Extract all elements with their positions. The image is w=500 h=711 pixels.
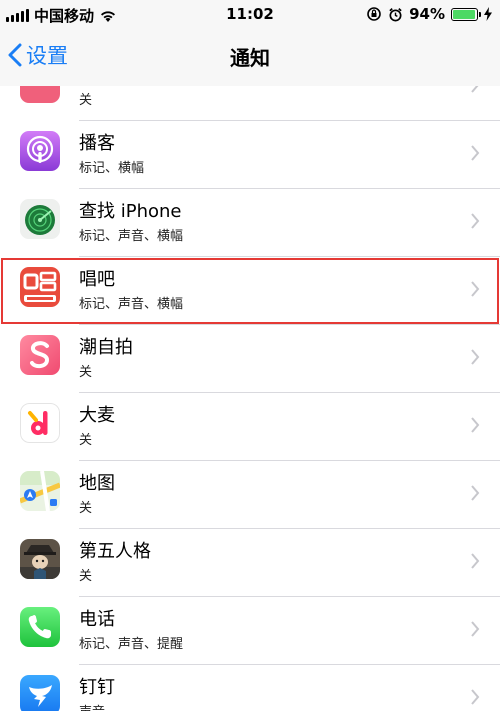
list-item-maps[interactable]: 地图 关	[0, 461, 500, 529]
charging-bolt-icon	[484, 7, 492, 21]
list-item-find-iphone[interactable]: 查找 iPhone 标记、声音、横幅	[0, 189, 500, 257]
changba-icon	[20, 267, 60, 307]
identity-v-icon	[20, 539, 60, 579]
list-item-status: 标记、声音、提醒	[79, 637, 184, 652]
chevron-right-icon	[471, 417, 480, 433]
page-title: 通知	[230, 46, 270, 70]
maps-icon	[20, 471, 60, 511]
list-item-name: 查找 iPhone	[79, 201, 182, 222]
chevron-right-icon	[471, 349, 480, 365]
podcasts-icon	[20, 131, 60, 171]
chevron-right-icon	[471, 145, 480, 161]
list-item-dingtalk[interactable]: 钉钉 声音	[0, 665, 500, 711]
chevron-right-icon	[471, 621, 480, 637]
list-item-status: 标记、声音、横幅	[79, 229, 184, 244]
list-item-podcasts[interactable]: 播客 标记、横幅	[0, 121, 500, 189]
chevron-right-icon	[471, 86, 479, 93]
list-item-name: 唱吧	[79, 269, 115, 290]
chevron-right-icon	[471, 281, 480, 297]
alarm-icon	[389, 7, 402, 21]
list-item-name: 大麦	[79, 405, 115, 426]
list-item-name: 播客	[79, 133, 115, 154]
status-bar: 中国移动 11:02 94%	[0, 0, 500, 28]
chevron-right-icon	[471, 689, 480, 705]
list-item-chaozipai[interactable]: 潮自拍 关	[0, 325, 500, 393]
app-icon-partial	[20, 86, 60, 103]
list-item-name: 潮自拍	[79, 337, 133, 358]
dingtalk-icon	[20, 675, 60, 711]
list-item-name: 电话	[79, 609, 115, 630]
chaozipai-icon	[20, 335, 60, 375]
list-item-status: 关	[79, 433, 93, 448]
damai-icon	[20, 403, 60, 443]
list-item-identity-v[interactable]: 第五人格 关	[0, 529, 500, 597]
status-right: 94%	[366, 5, 492, 23]
find-iphone-icon	[20, 199, 60, 239]
list-item-changba[interactable]: 唱吧 标记、声音、横幅	[0, 257, 500, 325]
list-item-name: 钉钉	[79, 677, 115, 698]
list-item-name: 第五人格	[79, 541, 151, 562]
list-item-damai[interactable]: 大麦 关	[0, 393, 500, 461]
list-item-partial[interactable]: 关	[0, 86, 500, 121]
list-item-status: 关	[79, 569, 93, 584]
phone-icon	[20, 607, 60, 647]
battery-level-fill	[453, 9, 475, 19]
chevron-right-icon	[471, 213, 480, 229]
list-item-name: 地图	[79, 473, 115, 494]
notification-app-list: 关 播客 标记、横幅 查找 iPhone 标记、声音、横幅 唱吧 标记、声音、横…	[0, 86, 500, 711]
chevron-right-icon	[471, 553, 480, 569]
orientation-lock-icon	[367, 7, 381, 21]
battery-icon	[451, 7, 481, 21]
list-item-status: 关	[79, 365, 93, 380]
battery-percent: 94%	[409, 5, 445, 23]
navigation-bar: 设置 通知	[0, 28, 500, 86]
list-item-status: 关	[79, 501, 93, 516]
list-item-phone[interactable]: 电话 标记、声音、提醒	[0, 597, 500, 665]
list-item-status: 标记、横幅	[79, 161, 145, 176]
chevron-right-icon	[471, 485, 480, 501]
list-item-status: 声音	[79, 701, 105, 711]
list-item-status: 标记、声音、横幅	[79, 297, 184, 312]
list-item-status: 关	[79, 93, 93, 108]
